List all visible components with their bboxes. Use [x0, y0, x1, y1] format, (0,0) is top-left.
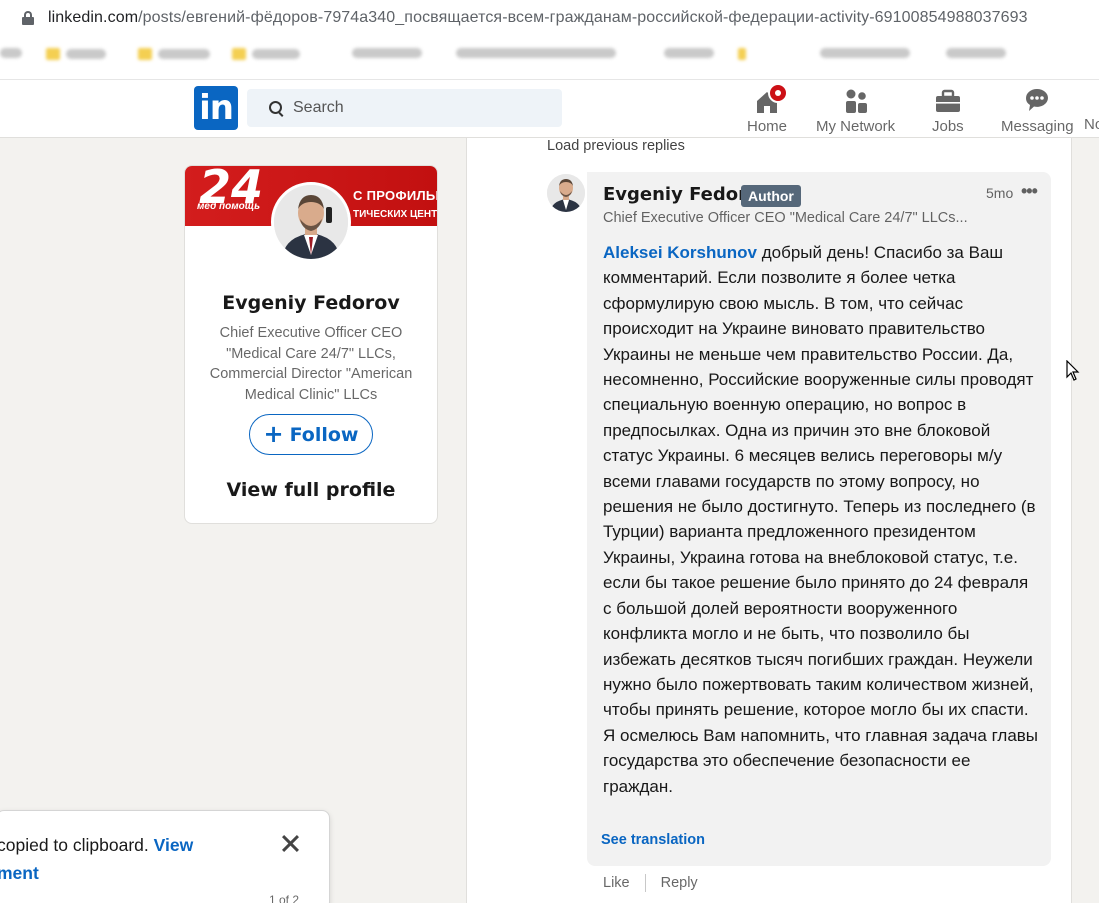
post-comments-column: Load previous replies Evgeniy Fedorov Au… — [466, 138, 1072, 903]
bookmark-item[interactable] — [820, 48, 910, 58]
like-button[interactable]: Like — [603, 875, 630, 891]
banner-subtitle: мед помощь — [197, 201, 261, 212]
search-icon — [269, 100, 282, 114]
actions-divider — [644, 874, 646, 892]
comment-text: Aleksei Korshunov добрый день! Спасибо з… — [603, 240, 1039, 799]
plus-icon: + — [263, 419, 284, 448]
browser-address-bar[interactable]: linkedin.com/posts/евгений-фёдоров-7974a… — [0, 0, 1099, 36]
bookmark-item[interactable] — [664, 48, 714, 58]
bookmark-item[interactable] — [456, 48, 616, 58]
search-input[interactable] — [293, 99, 533, 117]
commenter-avatar[interactable] — [547, 174, 585, 212]
toast-message: copied to clipboard. View ment — [0, 831, 237, 887]
comment-bubble: Evgeniy Fedorov Author 5mo ••• Chief Exe… — [587, 172, 1051, 866]
close-icon[interactable] — [280, 833, 302, 855]
see-translation-link[interactable]: See translation — [601, 832, 705, 848]
author-badge: Author — [741, 185, 801, 207]
follow-label: Follow — [289, 423, 359, 446]
nav-jobs[interactable]: Jobs — [932, 86, 964, 135]
nav-notifications[interactable]: No — [1084, 116, 1099, 133]
profile-name[interactable]: Evgeniy Fedorov — [185, 292, 437, 314]
bookmark-item[interactable] — [138, 48, 210, 60]
search-bar[interactable] — [247, 89, 562, 127]
home-icon — [752, 83, 788, 116]
notification-badge — [768, 83, 788, 103]
bookmark-item[interactable] — [738, 48, 746, 60]
nav-home[interactable]: Home — [747, 83, 788, 135]
view-full-profile-link[interactable]: View full profile — [185, 479, 437, 501]
comment-body: добрый день! Спасибо за Ваш комментарий.… — [603, 243, 1039, 796]
nav-jobs-label: Jobs — [932, 118, 964, 135]
bookmark-item[interactable] — [232, 48, 300, 60]
bookmarks-bar — [0, 36, 1099, 80]
url-text[interactable]: linkedin.com/posts/евгений-фёдоров-7974a… — [48, 9, 1028, 27]
bookmark-item[interactable] — [0, 48, 22, 58]
comment-timestamp: 5mo — [986, 185, 1014, 201]
nav-home-label: Home — [747, 118, 788, 135]
more-options-icon[interactable]: ••• — [1021, 181, 1038, 202]
linkedin-logo[interactable]: in — [194, 86, 238, 130]
mention-link[interactable]: Aleksei Korshunov — [603, 243, 757, 262]
briefcase-icon — [933, 86, 963, 116]
profile-card: 24 мед помощь С ПРОФИЛЬНЫХ ТИЧЕСКИХ ЦЕНТ… — [184, 165, 438, 524]
mouse-cursor-icon — [1066, 360, 1080, 381]
bookmark-item[interactable] — [946, 48, 1006, 58]
nav-messaging-label: Messaging — [1001, 118, 1074, 135]
linkedin-navbar: in Home My Network Jobs Messaging No — [0, 80, 1099, 138]
banner-line2: ТИЧЕСКИХ ЦЕНТРОВ — [353, 209, 437, 220]
nav-my-network[interactable]: My Network — [816, 86, 895, 135]
bookmark-item[interactable] — [46, 48, 106, 60]
profile-headline: Chief Executive Officer CEO "Medical Car… — [209, 325, 413, 403]
toast-text: copied to clipboard. — [0, 835, 149, 855]
profile-avatar[interactable] — [271, 182, 351, 262]
load-previous-replies-button[interactable]: Load previous replies — [547, 138, 685, 154]
comment-author-headline: Chief Executive Officer CEO "Medical Car… — [603, 210, 968, 226]
nav-messaging[interactable]: Messaging — [1001, 86, 1074, 135]
toast-view-link[interactable]: View — [154, 835, 194, 855]
toast-view-link-continued[interactable]: ment — [0, 863, 39, 883]
nav-notifications-label: No — [1084, 116, 1099, 133]
messaging-icon — [1022, 86, 1052, 116]
follow-button[interactable]: + Follow — [249, 414, 373, 455]
toast-notification: copied to clipboard. View ment 1 of 2 — [0, 810, 330, 903]
banner-line1: С ПРОФИЛЬНЫХ — [353, 188, 437, 203]
reply-button[interactable]: Reply — [661, 875, 698, 891]
lock-icon — [22, 11, 34, 25]
network-icon — [841, 86, 871, 116]
comment-actions: Like Reply — [603, 874, 698, 892]
nav-my-network-label: My Network — [816, 118, 896, 135]
toast-counter: 1 of 2 — [269, 893, 300, 903]
bookmark-item[interactable] — [352, 48, 422, 58]
